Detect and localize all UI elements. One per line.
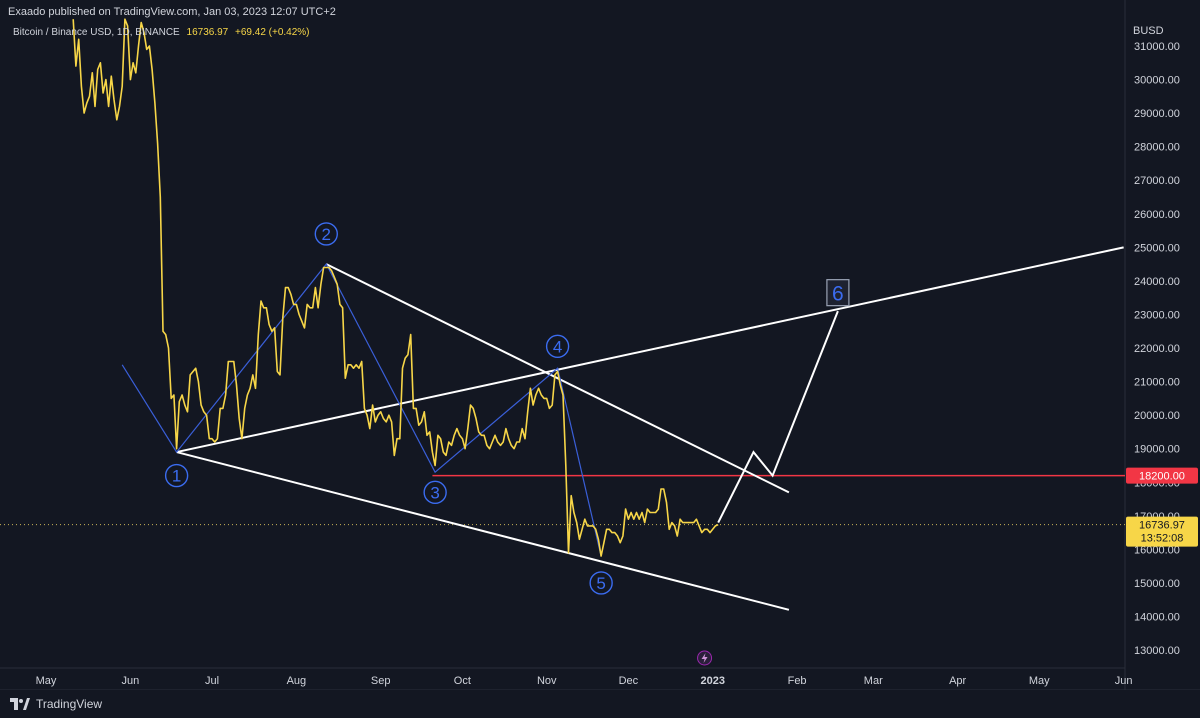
y-tick-label: 26000.00	[1134, 209, 1180, 221]
chart-canvas[interactable]: 31000.00 30000.00 29000.00 28000.00 27000.00…	[0, 0, 1200, 718]
publish-info: Exaado published on TradingView.com, Jan…	[8, 6, 336, 18]
last-price-label: 16736.97	[1139, 520, 1185, 532]
x-tick-label: Feb	[788, 675, 807, 687]
projection-path	[717, 310, 839, 524]
tradingview-logo-icon[interactable]	[10, 698, 30, 710]
x-tick-label: 2023	[700, 675, 724, 687]
tradingview-brand[interactable]: TradingView	[36, 697, 102, 711]
x-tick-label: Jun	[1115, 675, 1133, 687]
y-tick-label: 24000.00	[1134, 276, 1180, 288]
x-tick-label: Aug	[287, 675, 307, 687]
x-tick-label: Oct	[454, 675, 471, 687]
x-tick-label: May	[1029, 675, 1050, 687]
trend-line	[325, 263, 790, 494]
x-tick-label: Mar	[864, 675, 883, 687]
x-tick-label: Apr	[949, 675, 966, 687]
wave-label-4: 4	[545, 334, 570, 359]
x-tick-label: Sep	[371, 675, 391, 687]
y-tick-label: 20000.00	[1134, 410, 1180, 422]
wave-label-3: 3	[423, 480, 447, 505]
footer-bar: TradingView	[0, 690, 1200, 718]
resistance-price-label: 18200.00	[1139, 471, 1185, 483]
wave-label-text: 2	[322, 225, 331, 244]
y-tick-label: 22000.00	[1134, 343, 1180, 355]
x-tick-label: Jun	[121, 675, 139, 687]
y-tick-label: 19000.00	[1134, 444, 1180, 456]
symbol-price: 16736.97	[186, 27, 229, 38]
wave-label-text: 5	[596, 574, 605, 593]
y-tick-label: 30000.00	[1134, 75, 1180, 87]
wave-label-1: 1	[164, 463, 189, 488]
wave-label-text: 6	[832, 283, 844, 306]
y-tick-label: 14000.00	[1134, 612, 1180, 624]
y-tick-label: 21000.00	[1134, 377, 1180, 389]
trend-line	[176, 246, 1124, 454]
elliott-wave-path	[121, 263, 602, 557]
y-tick-label: 23000.00	[1134, 309, 1180, 321]
y-tick-label: 28000.00	[1134, 142, 1180, 154]
wave-label-text: 3	[430, 483, 439, 502]
y-tick-label: 27000.00	[1134, 175, 1180, 187]
x-tick-label: Jul	[205, 675, 219, 687]
wave-label-text: 1	[172, 467, 181, 486]
y-tick-label: 31000.00	[1134, 41, 1180, 53]
x-tick-label: May	[36, 675, 57, 687]
y-tick-label: 29000.00	[1134, 108, 1180, 120]
wave-label-text: 4	[553, 337, 562, 356]
bar-countdown-label: 13:52:08	[1141, 533, 1184, 545]
x-tick-label: Nov	[537, 675, 557, 687]
symbol-legend: Bitcoin / Binance USD, 1D, BINANCE 16736…	[13, 27, 310, 38]
x-tick-label: Dec	[619, 675, 639, 687]
wave-label-6: 6	[826, 279, 850, 307]
y-tick-label: 15000.00	[1134, 578, 1180, 590]
y-tick-label: 25000.00	[1134, 242, 1180, 254]
currency-label: BUSD	[1133, 25, 1164, 37]
symbol-change: +69.42 (+0.42%)	[235, 27, 310, 38]
wave-label-5: 5	[589, 571, 613, 595]
wave-label-2: 2	[314, 222, 338, 246]
y-tick-label: 13000.00	[1134, 645, 1180, 657]
symbol-name: Bitcoin / Binance USD, 1D, BINANCE	[13, 27, 180, 38]
